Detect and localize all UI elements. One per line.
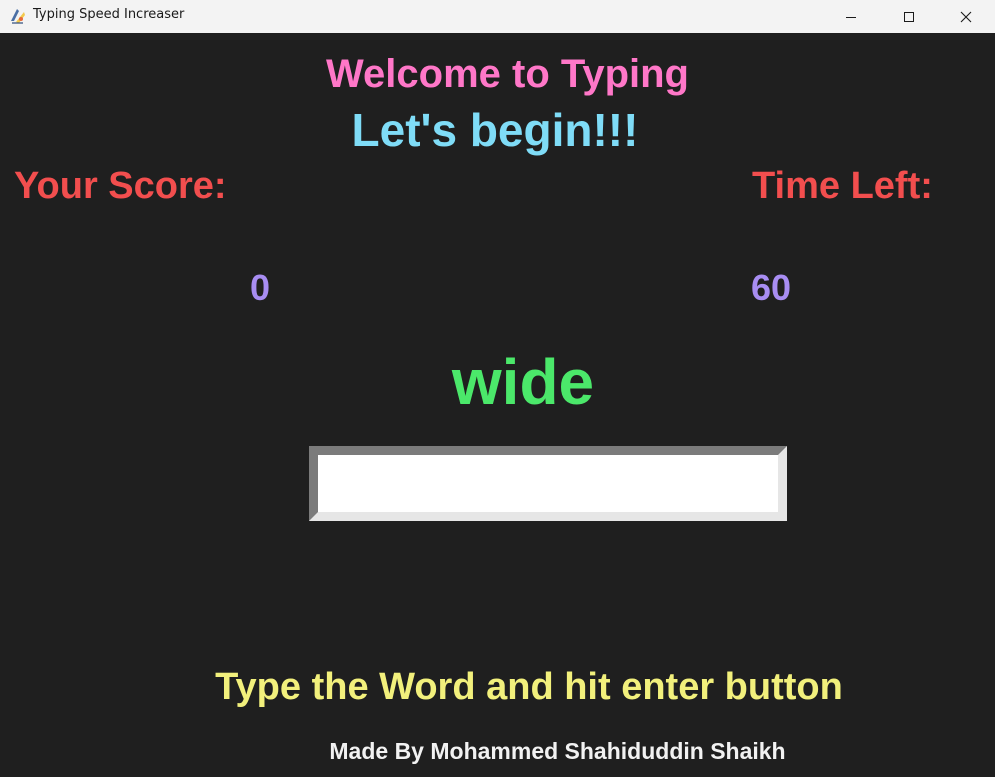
app-icon: [8, 6, 28, 26]
time-left-label: Time Left:: [752, 165, 933, 207]
instruction-text: Type the Word and hit enter button: [215, 666, 843, 708]
minimize-button[interactable]: [822, 0, 880, 33]
title-bar[interactable]: Typing Speed Increaser: [0, 0, 995, 33]
score-value: 0: [250, 267, 271, 308]
minimize-icon: [845, 11, 857, 23]
welcome-heading: Welcome to Typing: [326, 52, 689, 96]
score-label: Your Score:: [14, 165, 227, 207]
game-area: Welcome to Typing Let's begin!!! Your Sc…: [0, 33, 995, 777]
close-button[interactable]: [937, 0, 995, 33]
maximize-icon: [903, 11, 915, 23]
maximize-button[interactable]: [880, 0, 938, 33]
close-icon: [960, 11, 972, 23]
app-window: Typing Speed Increaser Welcome to Typing…: [0, 0, 995, 777]
word-entry-field[interactable]: [309, 446, 787, 521]
begin-heading: Let's begin!!!: [351, 104, 639, 156]
target-word: wide: [451, 346, 595, 418]
window-title: Typing Speed Increaser: [33, 7, 185, 22]
credit-text: Made By Mohammed Shahiduddin Shaikh: [329, 738, 786, 764]
time-left-value: 60: [751, 267, 792, 308]
